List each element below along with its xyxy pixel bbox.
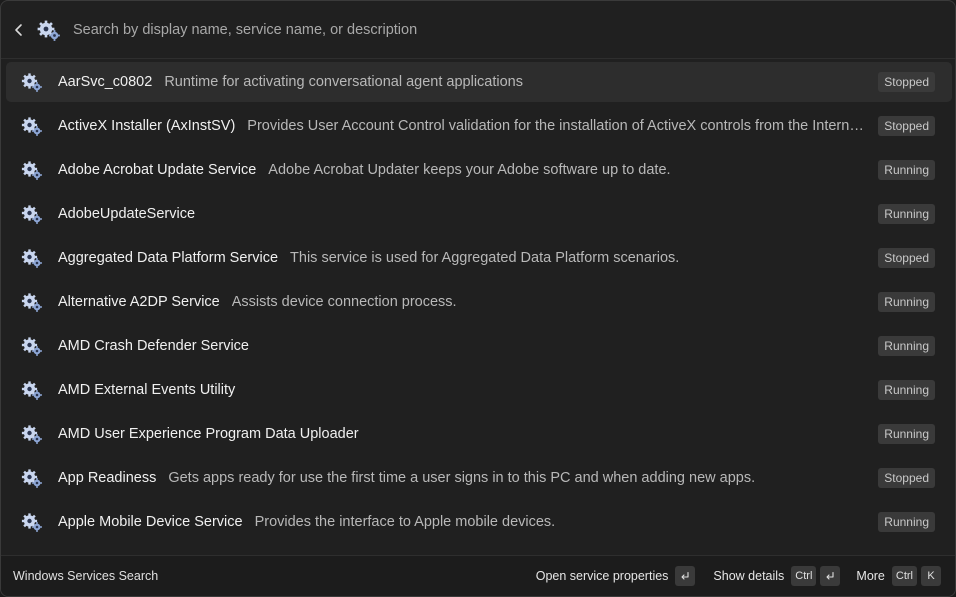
status-badge: Stopped [878, 248, 935, 268]
ctrl-key: Ctrl [891, 566, 917, 586]
service-name: AMD Crash Defender Service [58, 338, 249, 354]
action-label: Open service properties [535, 569, 669, 583]
open-service-properties-action[interactable]: Open service properties [536, 566, 700, 586]
status-badge: Stopped [878, 116, 935, 136]
gear-icon [21, 291, 43, 313]
enter-key-icon [820, 566, 841, 586]
service-list-item[interactable]: AMD External Events Utility Running [6, 370, 952, 410]
search-bar [1, 1, 955, 59]
action-label: Show details [713, 569, 785, 583]
service-description: Provides User Account Control validation… [247, 118, 878, 134]
service-name: App Readiness [58, 470, 157, 486]
search-input[interactable] [71, 13, 955, 46]
service-description: This service is used for Aggregated Data… [290, 250, 680, 266]
back-button[interactable] [9, 20, 29, 40]
service-name: Alternative A2DP Service [58, 294, 220, 310]
service-list-item[interactable]: Apple Mobile Device Service Provides the … [6, 502, 952, 542]
gear-icon [21, 511, 43, 533]
gear-icon [21, 423, 43, 445]
service-list-item[interactable]: AdobeUpdateService Running [6, 194, 952, 234]
service-list-item[interactable]: AMD Crash Defender Service Running [6, 326, 952, 366]
extension-title: Windows Services Search [13, 569, 159, 583]
status-badge: Stopped [878, 72, 935, 92]
gear-icon [21, 115, 43, 137]
status-badge: Running [878, 160, 935, 180]
gear-icon [21, 335, 43, 357]
k-key: K [921, 566, 941, 586]
services-list: AarSvc_c0802 Runtime for activating conve… [6, 62, 952, 546]
status-badge: Running [878, 424, 935, 444]
service-description: Gets apps ready for use the first time a… [168, 470, 756, 486]
service-list-item[interactable]: AMD User Experience Program Data Uploade… [6, 414, 952, 454]
gear-icon [21, 467, 43, 489]
service-name: Adobe Acrobat Update Service [58, 162, 257, 178]
service-list-item[interactable]: Aggregated Data Platform Service This ser… [6, 238, 952, 278]
gear-icon [21, 203, 43, 225]
footer-bar: Windows Services Search Open service pro… [1, 555, 955, 596]
gear-icon [21, 159, 43, 181]
status-badge: Running [878, 512, 935, 532]
service-list-item[interactable]: AarSvc_c0802 Runtime for activating conve… [6, 62, 952, 102]
command-palette-window: AarSvc_c0802 Runtime for activating conve… [0, 0, 956, 597]
gear-icon [21, 379, 43, 401]
status-badge: Stopped [878, 468, 935, 488]
gears-icon [37, 18, 61, 42]
enter-key-icon [675, 566, 696, 586]
ctrl-key: Ctrl [791, 566, 817, 586]
service-list-item[interactable]: Alternative A2DP Service Assists device c… [6, 282, 952, 322]
service-description: Assists device connection process. [231, 294, 457, 310]
service-name: AarSvc_c0802 [58, 74, 153, 90]
service-name: AMD User Experience Program Data Uploade… [58, 426, 359, 442]
service-list-item[interactable]: App Readiness Gets apps ready for use the… [6, 458, 952, 498]
show-details-action[interactable]: Show details Ctrl [713, 566, 844, 586]
service-name: Apple Mobile Device Service [58, 514, 243, 530]
service-list-item[interactable]: ActiveX Installer (AxInstSV) Provides Use… [6, 106, 952, 146]
action-label: More [856, 569, 885, 583]
status-badge: Running [878, 336, 935, 356]
chevron-left-icon [15, 23, 22, 36]
service-description: Adobe Acrobat Updater keeps your Adobe s… [268, 162, 671, 178]
service-name: AMD External Events Utility [58, 382, 236, 398]
service-name: Aggregated Data Platform Service [58, 250, 279, 266]
service-name: ActiveX Installer (AxInstSV) [58, 118, 236, 134]
gear-icon [21, 247, 43, 269]
status-badge: Running [878, 204, 935, 224]
gear-icon [21, 71, 43, 93]
service-description: Provides the interface to Apple mobile d… [254, 514, 556, 530]
service-description: Runtime for activating conversational ag… [164, 74, 523, 90]
status-badge: Running [878, 292, 935, 312]
service-list-item[interactable]: Adobe Acrobat Update Service Adobe Acroba… [6, 150, 952, 190]
status-badge: Running [878, 380, 935, 400]
service-name: AdobeUpdateService [58, 206, 196, 222]
more-actions-button[interactable]: More Ctrl K [856, 566, 945, 586]
